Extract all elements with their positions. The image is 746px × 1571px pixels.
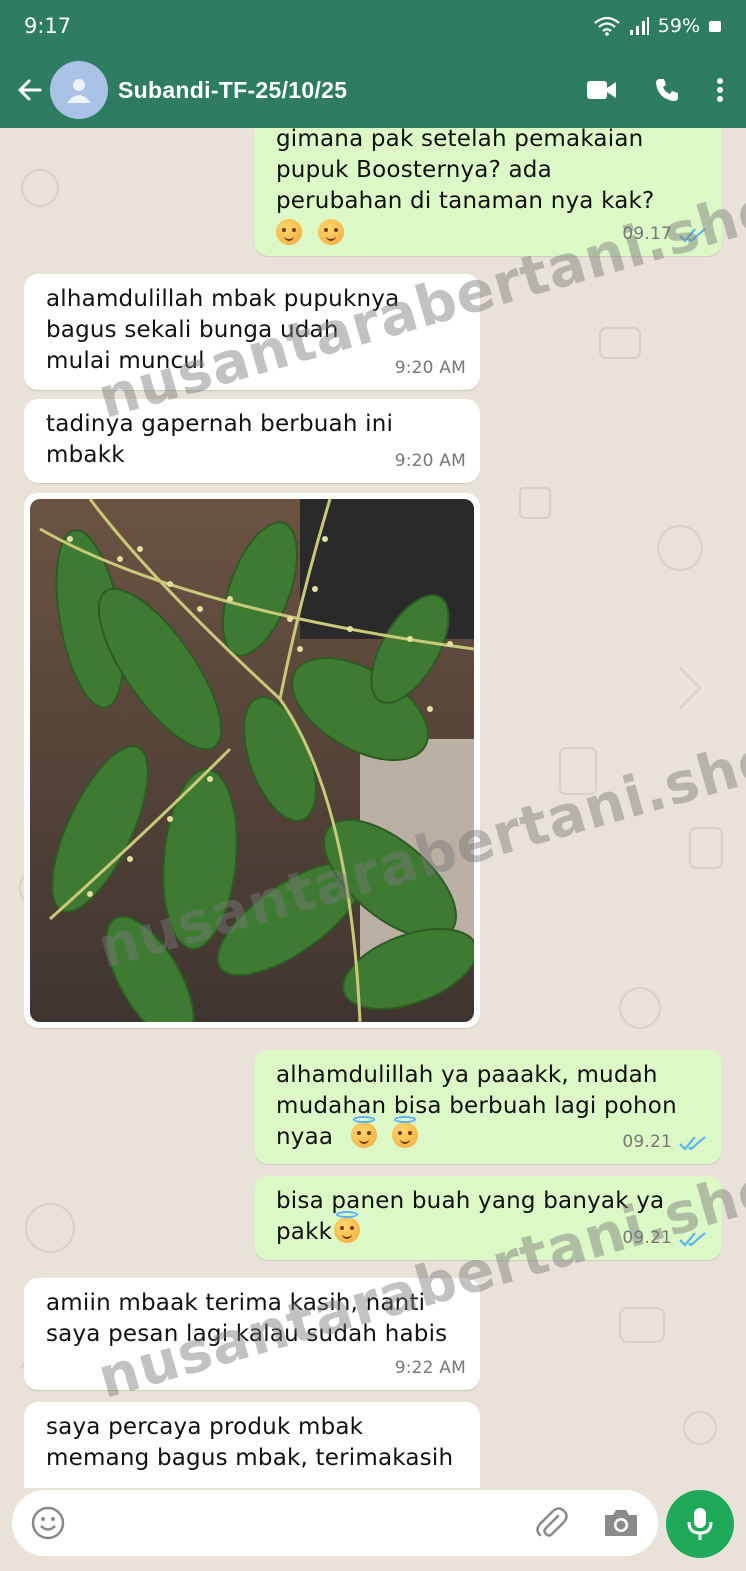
- attach-icon: [536, 1507, 568, 1537]
- smile-emoji-icon: [276, 219, 302, 245]
- message-text-line: pakk: [276, 1219, 333, 1245]
- mic-icon: [687, 1508, 713, 1540]
- read-ticks-icon: [679, 1135, 706, 1150]
- message-time: 9:22 AM: [394, 1358, 466, 1378]
- status-bar: 9:17 59%: [0, 0, 746, 52]
- message-incoming[interactable]: tadinya gapernah berbuah ini mbakk 9:20 …: [24, 399, 480, 483]
- message-text-line: mudahan bisa berbuah lagi pohon: [276, 1093, 677, 1119]
- message-meta: 09.21: [622, 1127, 708, 1158]
- message-meta: 9:22 AM: [395, 1353, 466, 1384]
- status-indicators: 59%: [594, 15, 722, 37]
- chat-area[interactable]: gimana pak setelah pemakaian pupuk Boost…: [0, 128, 746, 1488]
- video-call-icon[interactable]: [586, 79, 618, 101]
- camera-icon: [605, 1510, 637, 1536]
- avatar[interactable]: [50, 61, 108, 119]
- message-meta: 9:20 AM: [395, 446, 466, 477]
- message-text-line: amiin mbaak terima kasih, nanti: [46, 1290, 426, 1316]
- message-time: 09.17: [622, 224, 672, 244]
- read-ticks-icon: [679, 227, 706, 242]
- message-image[interactable]: [24, 493, 480, 1028]
- message-meta: 09.21: [622, 1223, 708, 1254]
- message-time: 09.21: [622, 1132, 672, 1152]
- message-time: 9:20 AM: [394, 358, 466, 378]
- halo-emoji-icon: [350, 1116, 377, 1148]
- chat-header: Subandi-TF-25/10/25: [0, 52, 746, 128]
- battery-icon: [709, 21, 721, 32]
- message-text-line: memang bagus mbak, terimakasih: [46, 1445, 454, 1471]
- message-text-line: alhamdulillah mbak pupuknya: [46, 286, 400, 312]
- message-meta: 9:20 AM: [395, 353, 466, 384]
- message-text-line: tadinya gapernah berbuah ini: [46, 411, 394, 437]
- message-incoming[interactable]: saya percaya produk mbak memang bagus mb…: [24, 1402, 480, 1488]
- person-icon: [67, 79, 91, 103]
- message-text-line: saya percaya produk mbak: [46, 1414, 364, 1440]
- wifi-icon: [594, 16, 620, 36]
- back-arrow-icon: [18, 79, 42, 101]
- message-text-line: nyaa: [276, 1124, 334, 1150]
- phone-icon[interactable]: [654, 77, 680, 103]
- smile-emoji-icon: [317, 219, 344, 245]
- message-outgoing[interactable]: gimana pak setelah pemakaian pupuk Boost…: [254, 128, 722, 256]
- message-time: 09.21: [622, 1228, 672, 1248]
- message-text-line: saya pesan lagi kalau sudah habis: [46, 1321, 448, 1347]
- camera-button[interactable]: [602, 1507, 640, 1539]
- read-ticks-icon: [679, 1231, 706, 1246]
- message-text-line: gimana pak setelah pemakaian: [276, 128, 644, 152]
- mic-button[interactable]: [666, 1490, 734, 1558]
- message-text-line: perubahan di tanaman nya kak?: [276, 188, 655, 214]
- halo-emoji-icon: [392, 1116, 419, 1148]
- message-time: 9:20 AM: [394, 451, 466, 471]
- header-actions: [586, 77, 724, 103]
- message-composer[interactable]: [12, 1490, 658, 1556]
- message-incoming[interactable]: alhamdulillah mbak pupuknya bagus sekali…: [24, 274, 480, 390]
- status-time: 9:17: [24, 14, 72, 38]
- message-outgoing[interactable]: alhamdulillah ya paaakk, mudah mudahan b…: [254, 1050, 722, 1164]
- message-meta: 09.17: [622, 219, 708, 250]
- contact-name[interactable]: Subandi-TF-25/10/25: [118, 77, 586, 104]
- message-incoming[interactable]: amiin mbaak terima kasih, nanti saya pes…: [24, 1278, 480, 1390]
- signal-icon: [629, 17, 649, 35]
- emoji-icon[interactable]: [30, 1505, 66, 1541]
- message-text-line: bagus sekali bunga udah: [46, 317, 339, 343]
- more-vert-icon[interactable]: [716, 77, 724, 103]
- attach-button[interactable]: [534, 1506, 568, 1540]
- message-text-line: alhamdulillah ya paaakk, mudah: [276, 1062, 658, 1088]
- plant-photo: [30, 499, 474, 1022]
- back-button[interactable]: [6, 52, 54, 128]
- halo-emoji-icon: [334, 1211, 361, 1243]
- battery-percent: 59%: [657, 15, 700, 37]
- message-outgoing[interactable]: bisa panen buah yang banyak ya pakk 09.2…: [254, 1176, 722, 1260]
- message-text-line: pupuk Boosternya? ada: [276, 157, 552, 183]
